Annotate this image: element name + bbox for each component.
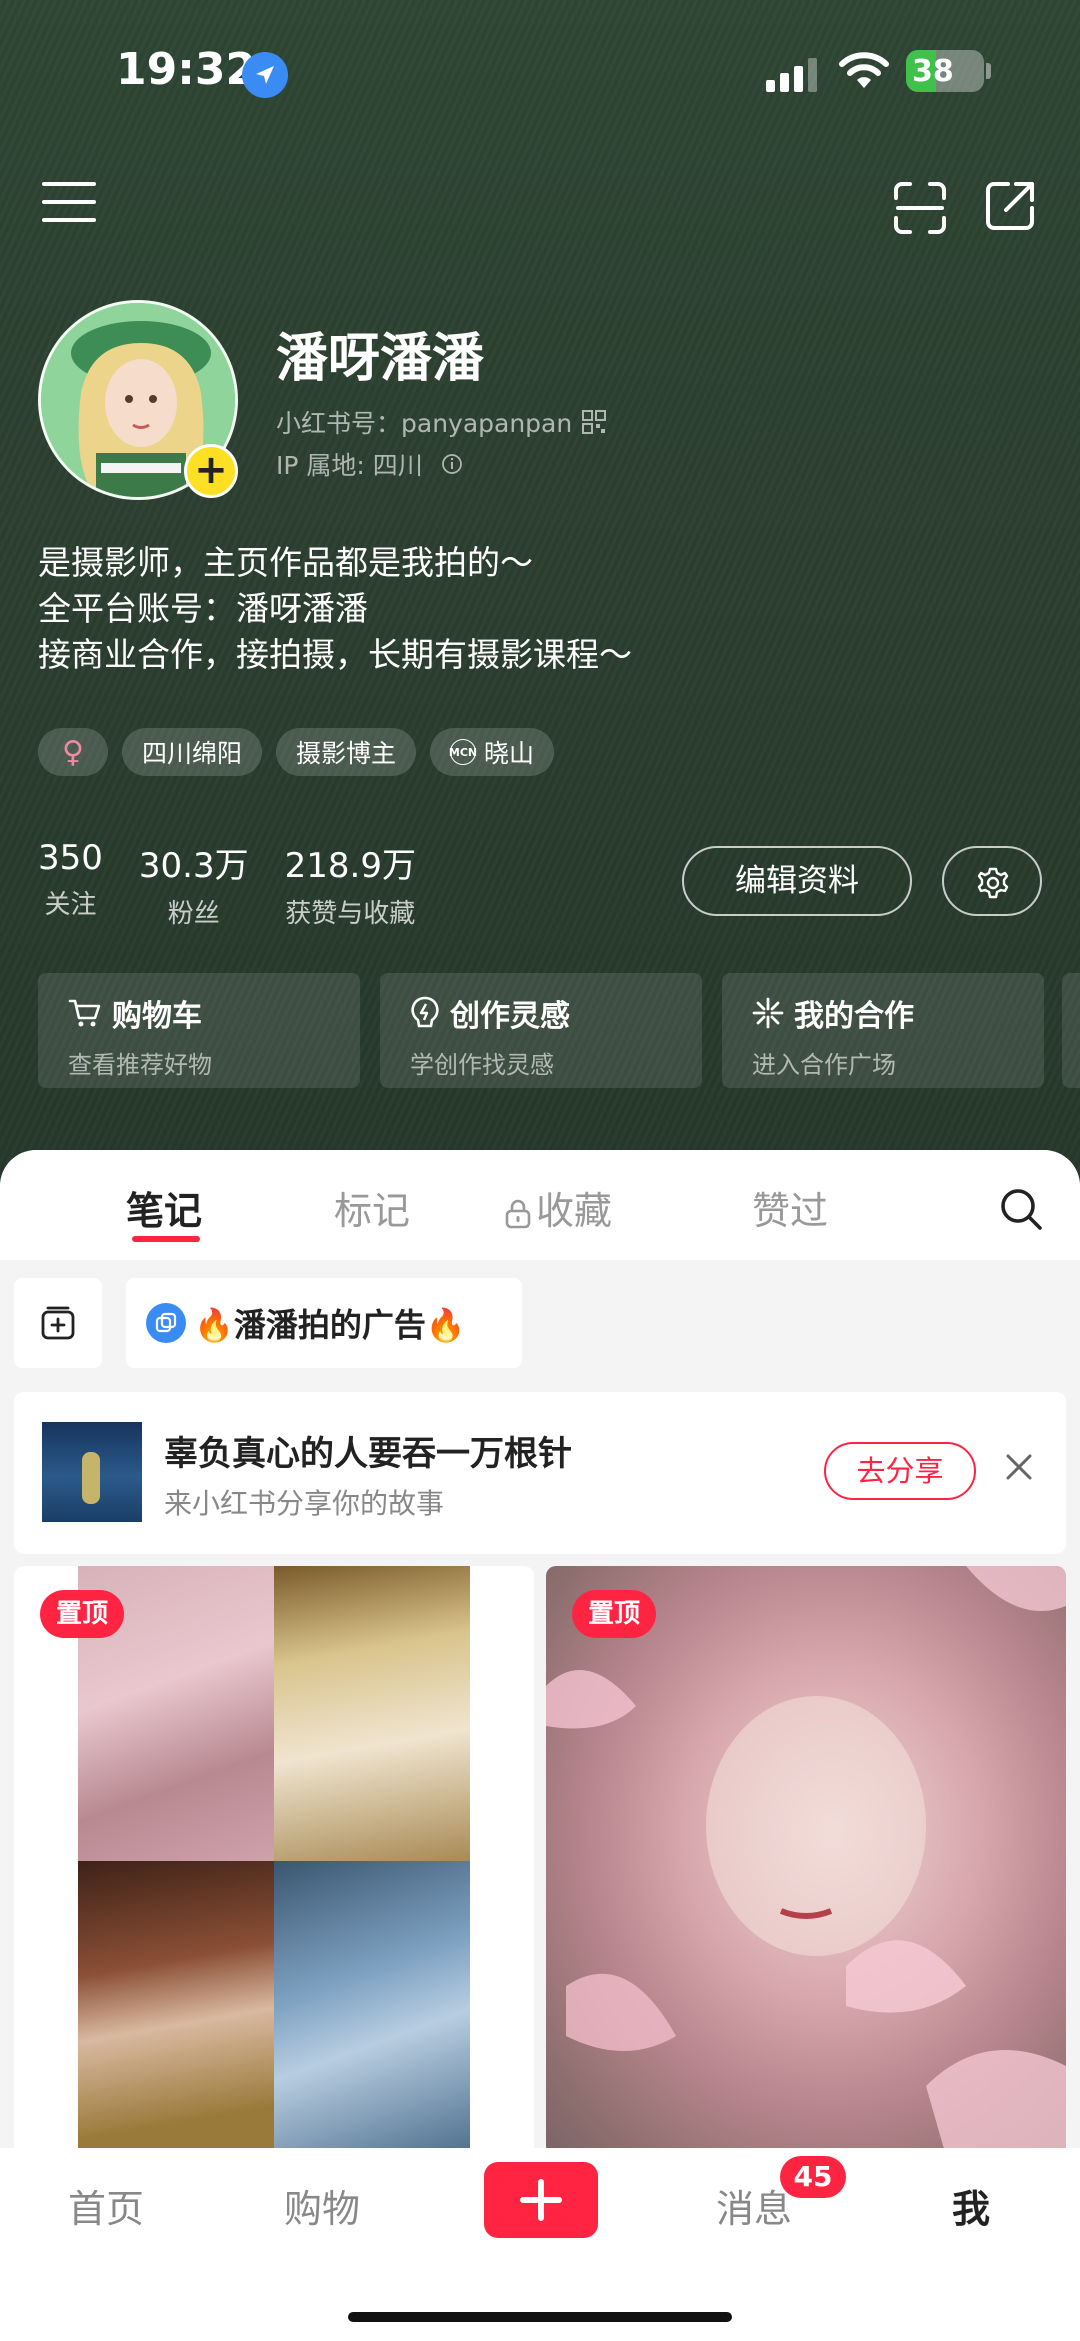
card-subtitle: 学创作找灵感 bbox=[410, 1051, 554, 1079]
bio: 是摄影师，主页作品都是我拍的～ 全平台账号：潘呀潘潘 接商业合作，接拍摄，长期有… bbox=[38, 540, 632, 678]
mcn-icon: MCN bbox=[449, 739, 477, 765]
wifi-icon bbox=[839, 52, 889, 88]
stat-value: 218.9万 bbox=[284, 846, 416, 886]
card-subtitle: 进入合作广场 bbox=[752, 1051, 896, 1079]
stat-label: 获赞与收藏 bbox=[285, 899, 416, 929]
tab-collections[interactable]: 收藏 bbox=[504, 1180, 612, 1235]
user-id-label: 小红书号：panyapanpan bbox=[276, 409, 573, 438]
ip-location-line: IP 属地: 四川 bbox=[276, 446, 463, 482]
nav-shopping[interactable]: 购物 bbox=[284, 2178, 360, 2233]
share-icon[interactable] bbox=[982, 178, 1038, 234]
scan-icon[interactable] bbox=[892, 180, 948, 236]
go-share-button[interactable]: 去分享 bbox=[824, 1442, 976, 1500]
profile-tags: ♀ 四川绵阳 摄影博主 MCN 晓山 bbox=[38, 728, 555, 776]
gender-icon: ♀ bbox=[62, 734, 84, 770]
cart-icon bbox=[68, 999, 101, 1027]
edit-profile-button[interactable]: 编辑资料 bbox=[682, 846, 912, 916]
status-time: 19:32 bbox=[116, 44, 257, 95]
bio-line: 接商业合作，接拍摄，长期有摄影课程～ bbox=[38, 635, 632, 674]
collection-row: 🔥潘潘拍的广告🔥 bbox=[0, 1278, 1080, 1368]
active-tab-indicator bbox=[132, 1236, 200, 1242]
card-subtitle: 查看推荐好物 bbox=[68, 1051, 212, 1079]
location-arrow-icon bbox=[242, 52, 288, 98]
mcn-tag-label: 晓山 bbox=[484, 739, 535, 768]
plus-icon bbox=[520, 2179, 562, 2221]
nav-messages[interactable]: 消息 bbox=[716, 2178, 792, 2233]
message-count-badge: 45 bbox=[780, 2156, 846, 2198]
note-cover-image bbox=[546, 1566, 1066, 2156]
cellular-signal-icon bbox=[766, 58, 817, 92]
lock-icon bbox=[505, 1199, 531, 1228]
banner-title: 辜负真心的人要吞一万根针 bbox=[164, 1434, 572, 1474]
banner-thumbnail bbox=[42, 1422, 142, 1522]
gender-tag: ♀ bbox=[38, 728, 108, 776]
card-title: 购物车 bbox=[112, 999, 202, 1034]
lightbulb-icon bbox=[411, 996, 439, 1028]
stat-likes-collects[interactable]: 218.9万 获赞与收藏 bbox=[285, 838, 416, 930]
tab-liked[interactable]: 赞过 bbox=[752, 1180, 828, 1235]
tab-notes[interactable]: 笔记 bbox=[126, 1180, 202, 1235]
ip-location-label: IP 属地: 四川 bbox=[276, 451, 423, 480]
nav-me[interactable]: 我 bbox=[952, 2178, 990, 2233]
qr-code-icon[interactable] bbox=[582, 410, 607, 434]
user-id-line: 小红书号：panyapanpan bbox=[276, 404, 607, 440]
stat-followers[interactable]: 30.3万 粉丝 bbox=[139, 838, 249, 930]
nav-home[interactable]: 首页 bbox=[68, 2178, 144, 2233]
gear-icon bbox=[977, 867, 1009, 899]
collection-icon bbox=[146, 1303, 186, 1343]
sparkle-icon bbox=[752, 997, 784, 1029]
feature-card-peek[interactable] bbox=[1062, 973, 1080, 1088]
pinned-badge: 置顶 bbox=[40, 1590, 125, 1638]
bio-line: 全平台账号：潘呀潘潘 bbox=[38, 589, 368, 628]
content-tab-bar: 笔记 标记 收藏 赞过 bbox=[0, 1150, 1080, 1260]
share-story-banner[interactable]: 辜负真心的人要吞一万根针 来小红书分享你的故事 去分享 bbox=[14, 1392, 1066, 1554]
search-icon[interactable] bbox=[998, 1186, 1044, 1232]
close-icon[interactable] bbox=[1004, 1452, 1034, 1482]
battery-indicator: 38 bbox=[906, 50, 984, 92]
note-card[interactable]: 置顶 bbox=[546, 1566, 1066, 2156]
info-icon[interactable] bbox=[441, 453, 463, 475]
collage-photo bbox=[274, 1566, 470, 1861]
stat-following[interactable]: 350 关注 bbox=[38, 838, 103, 930]
note-card[interactable]: 置顶 bbox=[14, 1566, 534, 2156]
battery-level-text: 38 bbox=[912, 54, 954, 89]
settings-button[interactable] bbox=[942, 846, 1042, 916]
collage-photo bbox=[78, 1861, 274, 2156]
add-collection-icon bbox=[41, 1306, 75, 1340]
mcn-tag[interactable]: MCN 晓山 bbox=[430, 728, 555, 776]
stat-label: 粉丝 bbox=[167, 899, 220, 929]
profile-stats: 350 关注 30.3万 粉丝 218.9万 获赞与收藏 bbox=[38, 838, 452, 930]
username: 潘呀潘潘 bbox=[276, 329, 485, 389]
card-title: 我的合作 bbox=[794, 999, 914, 1034]
feature-cards: 购物车 查看推荐好物 创作灵感 学创作找灵感 我的合作 进入合作广场 bbox=[38, 973, 1044, 1088]
menu-icon[interactable] bbox=[42, 180, 96, 224]
category-tag-label: 摄影博主 bbox=[296, 739, 397, 768]
collection-chip[interactable]: 🔥潘潘拍的广告🔥 bbox=[126, 1278, 522, 1368]
battery-cap bbox=[986, 63, 991, 79]
tab-collections-label: 收藏 bbox=[536, 1189, 613, 1233]
creative-inspiration-card[interactable]: 创作灵感 学创作找灵感 bbox=[380, 973, 702, 1088]
pinned-badge: 置顶 bbox=[572, 1590, 657, 1638]
banner-subtitle: 来小红书分享你的故事 bbox=[164, 1487, 445, 1520]
tab-marks[interactable]: 标记 bbox=[334, 1180, 410, 1235]
collage-photo bbox=[274, 1861, 470, 2156]
add-collection-button[interactable] bbox=[14, 1278, 102, 1368]
card-title: 创作灵感 bbox=[450, 999, 570, 1034]
location-tag-label: 四川绵阳 bbox=[141, 739, 242, 768]
stat-value: 30.3万 bbox=[138, 846, 249, 886]
category-tag[interactable]: 摄影博主 bbox=[276, 728, 417, 776]
location-tag: 四川绵阳 bbox=[121, 728, 262, 776]
avatar-add-button[interactable]: + bbox=[184, 444, 238, 498]
home-indicator bbox=[348, 2312, 732, 2322]
note-cover-image bbox=[78, 1566, 470, 2156]
create-post-button[interactable] bbox=[484, 2162, 598, 2238]
stat-label: 关注 bbox=[44, 890, 97, 920]
stat-value: 350 bbox=[38, 838, 103, 878]
shopping-cart-card[interactable]: 购物车 查看推荐好物 bbox=[38, 973, 360, 1088]
bio-line: 是摄影师，主页作品都是我拍的～ bbox=[38, 543, 533, 582]
collection-label: 🔥潘潘拍的广告🔥 bbox=[194, 1306, 466, 1344]
collaboration-card[interactable]: 我的合作 进入合作广场 bbox=[722, 973, 1044, 1088]
